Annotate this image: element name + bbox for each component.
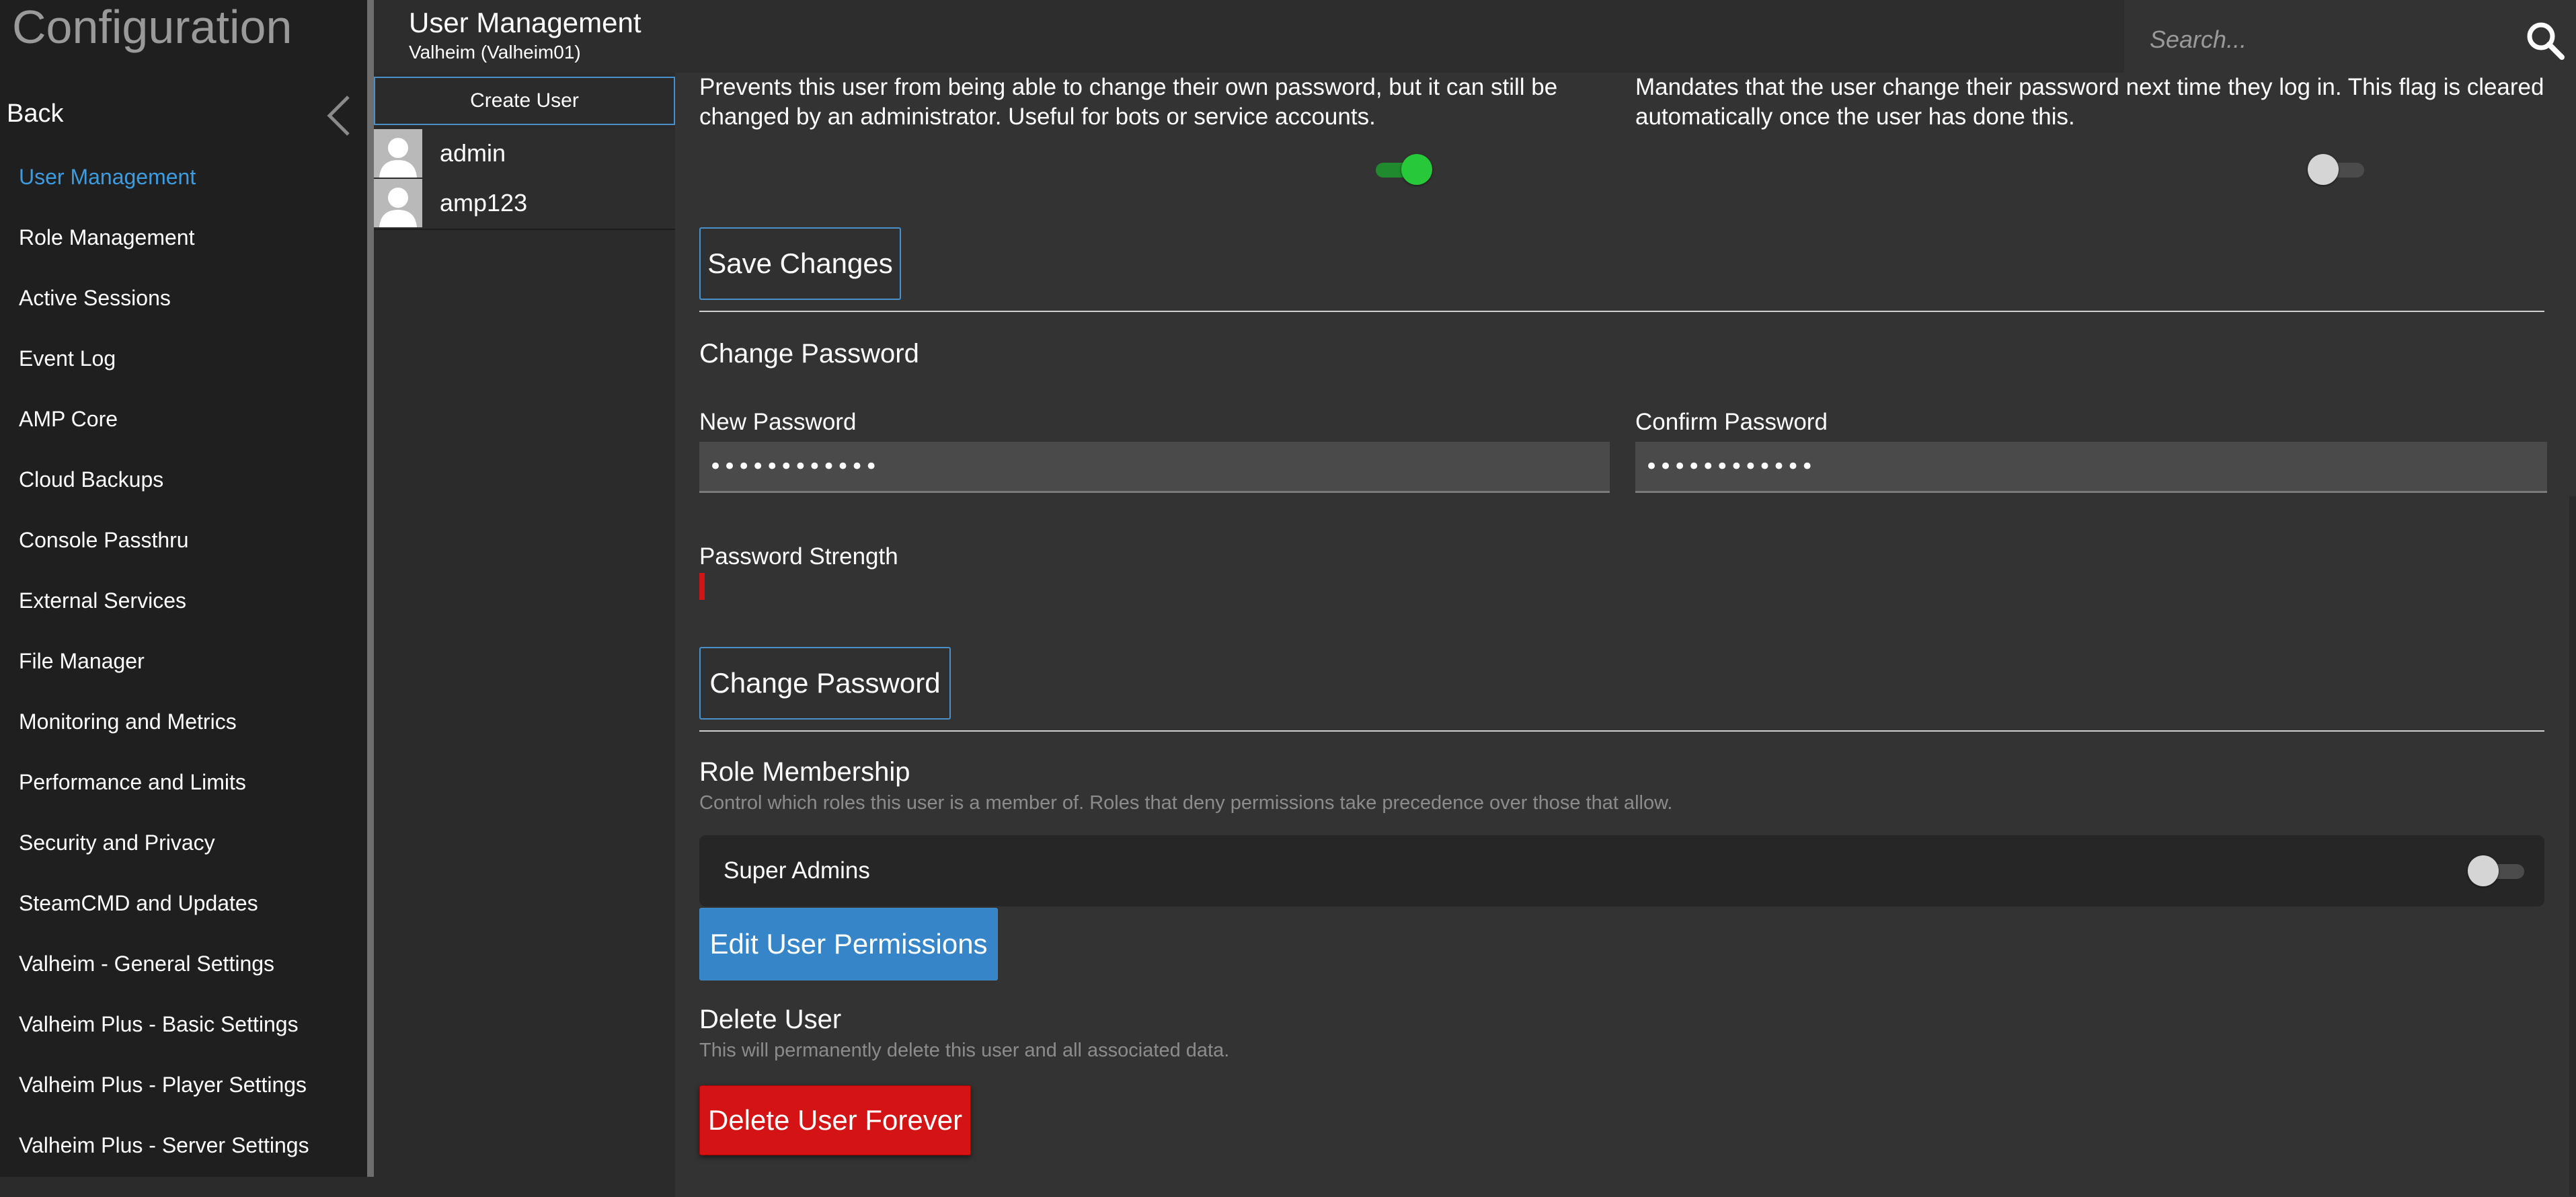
- cannot-change-password-toggle[interactable]: [1372, 153, 1432, 186]
- toggle-knob: [2308, 154, 2339, 185]
- user-detail-panel: Prevents this user from being able to ch…: [675, 73, 2576, 1197]
- sidebar-item-valheim-plus-player-settings[interactable]: Valheim Plus - Player Settings: [0, 1054, 367, 1115]
- header: User Management Valheim (Valheim01): [374, 0, 2576, 81]
- chevron-left-icon[interactable]: [325, 94, 352, 137]
- sidebar-item-security-and-privacy[interactable]: Security and Privacy: [0, 812, 367, 873]
- sidebar-item-file-manager[interactable]: File Manager: [0, 631, 367, 691]
- must-change-password-description: Mandates that the user change their pass…: [1635, 74, 2544, 130]
- role-row-super-admins: Super Admins: [699, 835, 2544, 906]
- user-list-panel: Create User admin amp123: [374, 73, 675, 1197]
- sidebar-item-console-passthru[interactable]: Console Passthru: [0, 510, 367, 570]
- delete-user-heading: Delete User: [699, 1005, 842, 1034]
- search-input[interactable]: [2148, 20, 2501, 59]
- main-scrollbar[interactable]: [2569, 496, 2576, 1196]
- search-box: [2124, 0, 2576, 81]
- confirm-password-label: Confirm Password: [1635, 409, 1828, 435]
- avatar-icon: [374, 129, 422, 178]
- save-changes-button[interactable]: Save Changes: [699, 227, 901, 300]
- role-membership-heading: Role Membership: [699, 757, 910, 787]
- sidebar-title: Configuration: [12, 1, 292, 53]
- sidebar-item-active-sessions[interactable]: Active Sessions: [0, 268, 367, 328]
- search-icon[interactable]: [2525, 20, 2565, 61]
- user-row-amp123[interactable]: amp123: [374, 179, 675, 230]
- sidebar-item-user-management[interactable]: User Management: [0, 147, 367, 207]
- password-strength-bar: [699, 573, 705, 600]
- super-admins-membership-toggle[interactable]: [2468, 854, 2528, 888]
- sidebar-item-performance-and-limits[interactable]: Performance and Limits: [0, 752, 367, 812]
- confirm-password-field[interactable]: [1635, 442, 2547, 493]
- sidebar-scrollbar[interactable]: [367, 0, 374, 1177]
- sidebar-item-role-management[interactable]: Role Management: [0, 207, 367, 268]
- sidebar-item-valheim-plus-server-settings[interactable]: Valheim Plus - Server Settings: [0, 1115, 367, 1175]
- role-name: Super Admins: [724, 857, 870, 884]
- divider: [699, 311, 2544, 312]
- sidebar-item-external-services[interactable]: External Services: [0, 570, 367, 631]
- page-subtitle: Valheim (Valheim01): [409, 42, 581, 63]
- cannot-change-password-description: Prevents this user from being able to ch…: [699, 74, 1558, 130]
- config-sidebar: Configuration Back User Management Role M…: [0, 0, 367, 1177]
- user-name: admin: [440, 139, 506, 167]
- delete-user-description: This will permanently delete this user a…: [699, 1040, 1230, 1061]
- user-row-admin[interactable]: admin: [374, 129, 675, 180]
- must-change-password-toggle[interactable]: [2308, 153, 2368, 186]
- new-password-field[interactable]: [699, 442, 1610, 493]
- sidebar-item-cloud-backups[interactable]: Cloud Backups: [0, 449, 367, 510]
- new-password-label: New Password: [699, 409, 857, 435]
- password-strength-label: Password Strength: [699, 543, 898, 570]
- back-link[interactable]: Back: [7, 100, 63, 128]
- user-name: amp123: [440, 189, 528, 217]
- page-title: User Management: [409, 7, 641, 38]
- avatar-icon: [374, 179, 422, 227]
- sidebar-item-valheim-general-settings[interactable]: Valheim - General Settings: [0, 933, 367, 994]
- sidebar-item-event-log[interactable]: Event Log: [0, 328, 367, 389]
- sidebar-item-steamcmd-and-updates[interactable]: SteamCMD and Updates: [0, 873, 367, 933]
- divider: [699, 730, 2544, 732]
- sidebar-menu: User Management Role Management Active Ses…: [0, 147, 367, 1175]
- create-user-button[interactable]: Create User: [374, 77, 675, 125]
- delete-user-forever-button[interactable]: Delete User Forever: [699, 1085, 971, 1155]
- role-membership-description: Control which roles this user is a membe…: [699, 792, 1673, 814]
- toggle-knob: [1401, 154, 1432, 185]
- sidebar-item-monitoring-and-metrics[interactable]: Monitoring and Metrics: [0, 691, 367, 752]
- toggle-knob: [2468, 855, 2499, 886]
- sidebar-item-valheim-plus-basic-settings[interactable]: Valheim Plus - Basic Settings: [0, 994, 367, 1054]
- sidebar-item-amp-core[interactable]: AMP Core: [0, 389, 367, 449]
- edit-user-permissions-button[interactable]: Edit User Permissions: [699, 908, 998, 980]
- change-password-heading: Change Password: [699, 339, 919, 369]
- change-password-button[interactable]: Change Password: [699, 647, 951, 720]
